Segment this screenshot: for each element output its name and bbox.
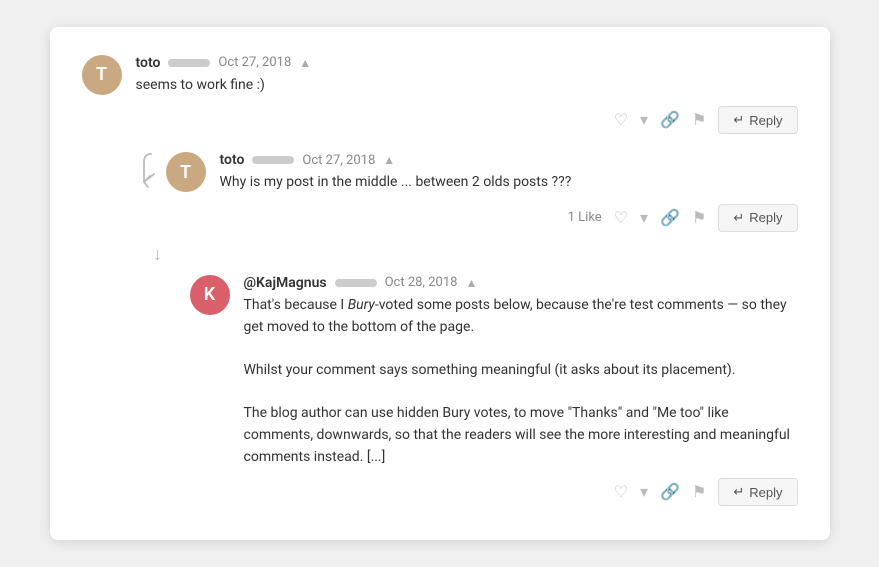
flag-icon-1[interactable]: ⚑ — [692, 112, 706, 128]
comment-date-1: Oct 27, 2018 — [218, 55, 291, 70]
reply-arrow-icon-2: ↵ — [733, 210, 744, 226]
comment-1-body: toto Oct 27, 2018 ▲ seems to work fine :… — [136, 55, 798, 135]
comments-card: T toto Oct 27, 2018 ▲ seems to work fine… — [50, 27, 830, 541]
comment-2-meta: toto Oct 27, 2018 ▲ — [220, 152, 798, 168]
comment-2-wrapper: T toto Oct 27, 2018 ▲ Why is my post in … — [166, 152, 798, 238]
comment-1-meta: toto Oct 27, 2018 ▲ — [136, 55, 798, 71]
link-icon-2[interactable]: 🔗 — [660, 210, 680, 226]
comment-2: T toto Oct 27, 2018 ▲ Why is my post in … — [166, 152, 798, 232]
comment-text-1: seems to work fine :) — [136, 75, 798, 97]
flag-icon-3[interactable]: ⚑ — [692, 484, 706, 500]
reply-label-2: Reply — [749, 210, 782, 225]
comment-2-body: toto Oct 27, 2018 ▲ Why is my post in th… — [220, 152, 798, 232]
nested-level1: T toto Oct 27, 2018 ▲ Why is my post in … — [136, 144, 798, 506]
down-arrow-icon: ↓ — [148, 242, 168, 265]
upvote-icon-3[interactable]: ▲ — [465, 276, 477, 290]
link-icon-3[interactable]: 🔗 — [660, 484, 680, 500]
reply-label-1: Reply — [749, 113, 782, 128]
like-count-2: 1 Like — [568, 210, 602, 225]
comment-1-actions: ♡ ▾ 🔗 ⚑ ↵ Reply — [136, 106, 798, 134]
author-name-3: @KajMagnus — [244, 275, 327, 291]
reply-arrow-icon-1: ↵ — [733, 112, 744, 128]
upvote-icon-2[interactable]: ▲ — [383, 153, 395, 167]
avatar-comment-1: T — [82, 55, 122, 95]
comment-3-body: @KajMagnus Oct 28, 2018 ▲ That's because… — [244, 275, 798, 507]
comment-text-3: That's because I Bury-voted some posts b… — [244, 295, 798, 469]
downvote-icon-2[interactable]: ▾ — [640, 210, 648, 226]
comment-3-actions: ♡ ▾ 🔗 ⚑ ↵ Reply — [244, 478, 798, 506]
reply-button-3[interactable]: ↵ Reply — [718, 478, 797, 506]
reply-label-3: Reply — [749, 485, 782, 500]
downvote-icon-1[interactable]: ▾ — [640, 112, 648, 128]
avatar-comment-3: K — [190, 275, 230, 315]
avatar-comment-2: T — [166, 152, 206, 192]
comment-date-2: Oct 27, 2018 — [302, 153, 375, 168]
nested-level2: K @KajMagnus Oct 28, 2018 ▲ That's becau… — [190, 275, 798, 507]
author-dots-3 — [335, 279, 377, 287]
heart-icon-2[interactable]: ♡ — [614, 210, 628, 226]
comment-2-actions: 1 Like ♡ ▾ 🔗 ⚑ ↵ Reply — [220, 204, 798, 232]
downvote-icon-3[interactable]: ▾ — [640, 484, 648, 500]
link-icon-1[interactable]: 🔗 — [660, 112, 680, 128]
comment-date-3: Oct 28, 2018 — [385, 275, 458, 290]
down-arrow-connector: ↓ — [148, 242, 798, 265]
author-name-1: toto — [136, 55, 161, 71]
upvote-icon-1[interactable]: ▲ — [299, 56, 311, 70]
author-dots-2 — [252, 156, 294, 164]
flag-icon-2[interactable]: ⚑ — [692, 210, 706, 226]
italic-bury: Bury — [348, 297, 375, 313]
comment-text-2: Why is my post in the middle ... between… — [220, 172, 798, 194]
reply-arrow-icon-3: ↵ — [733, 484, 744, 500]
reply-button-1[interactable]: ↵ Reply — [718, 106, 797, 134]
reply-button-2[interactable]: ↵ Reply — [718, 204, 797, 232]
comment-3-meta: @KajMagnus Oct 28, 2018 ▲ — [244, 275, 798, 291]
author-dots-1 — [168, 59, 210, 67]
author-name-2: toto — [220, 152, 245, 168]
connector-1: T toto Oct 27, 2018 ▲ Why is my post in … — [136, 144, 798, 238]
curve-arrow-1 — [136, 152, 166, 192]
heart-icon-3[interactable]: ♡ — [614, 484, 628, 500]
comment-3: K @KajMagnus Oct 28, 2018 ▲ That's becau… — [190, 275, 798, 507]
heart-icon-1[interactable]: ♡ — [614, 112, 628, 128]
comment-1: T toto Oct 27, 2018 ▲ seems to work fine… — [82, 55, 798, 135]
